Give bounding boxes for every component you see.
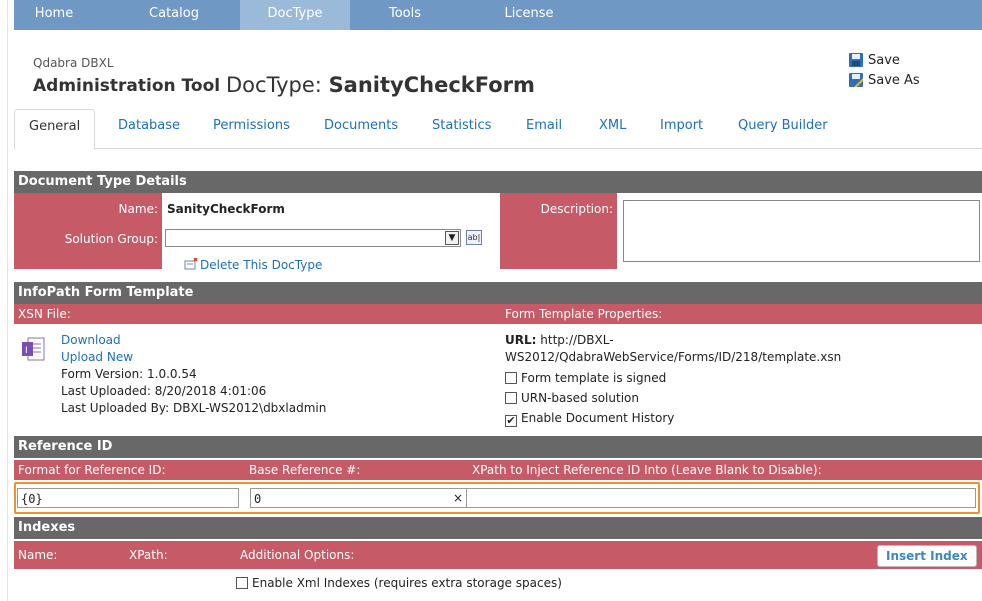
chevron-down-icon[interactable]: ▼ (445, 231, 459, 245)
infopath-file-icon: I (21, 335, 45, 363)
last-uploaded-by: Last Uploaded By: DBXL-WS2012\dbxladmin (61, 401, 327, 415)
base-reference-input[interactable]: 0 × (250, 488, 468, 508)
urn-checkbox[interactable] (505, 392, 517, 404)
upload-new-link[interactable]: Upload New (61, 350, 133, 364)
edit-field-icon[interactable]: ab| (466, 230, 482, 245)
form-signed-checkbox[interactable] (505, 372, 517, 384)
delete-doctype-link[interactable]: Delete This DocType (184, 257, 323, 272)
form-version: Form Version: 1.0.0.54 (61, 367, 197, 381)
history-checkbox[interactable]: ✔ (505, 415, 517, 427)
urn-row[interactable]: URN-based solution (505, 391, 639, 405)
download-link[interactable]: Download (61, 333, 121, 347)
form-signed-label: Form template is signed (521, 371, 667, 385)
history-row[interactable]: ✔ Enable Document History (505, 411, 674, 427)
section-document-type-details: Document Type Details (14, 171, 982, 193)
url-label: URL: (505, 333, 537, 347)
xml-indexes-label: Enable Xml Indexes (requires extra stora… (252, 576, 562, 590)
content: Document Type Details Name: Solution Gro… (14, 0, 982, 601)
xpath-inject-label: XPath to Inject Reference ID Into (Leave… (472, 463, 822, 477)
solution-group-label: Solution Group: (64, 232, 158, 246)
last-uploaded: Last Uploaded: 8/20/2018 4:01:06 (61, 384, 267, 398)
section-indexes: Indexes (14, 517, 982, 539)
base-reference-label: Base Reference #: (249, 463, 361, 477)
urn-label: URN-based solution (521, 391, 639, 405)
xml-indexes-row[interactable]: Enable Xml Indexes (requires extra stora… (236, 576, 562, 590)
base-reference-value: 0 (254, 492, 262, 506)
format-label: Format for Reference ID: (18, 463, 166, 477)
xsn-file-label: XSN File: (18, 307, 71, 321)
section-infopath-form-template: InfoPath Form Template (14, 282, 982, 304)
delete-icon (184, 257, 198, 270)
description-label: Description: (540, 202, 613, 216)
indexes-subheader: Name: XPath: Additional Options: (14, 541, 982, 569)
left-edge (0, 0, 8, 601)
svg-text:I: I (25, 346, 28, 356)
name-value: SanityCheckForm (167, 202, 285, 216)
form-template-properties-label: Form Template Properties: (505, 307, 663, 321)
url-value-2: WS2012/QdabraWebService/Forms/ID/218/tem… (505, 350, 842, 364)
solution-group-select[interactable]: ▼ (165, 229, 461, 247)
index-name-column: Name: (18, 548, 58, 562)
xml-indexes-checkbox[interactable] (236, 577, 248, 589)
reference-subheader: Format for Reference ID: Base Reference … (14, 460, 982, 480)
xpath-inject-input[interactable] (466, 488, 976, 508)
history-label: Enable Document History (521, 411, 675, 425)
reference-format-input[interactable]: {0} (17, 488, 239, 508)
delete-doctype-label: Delete This DocType (200, 258, 323, 272)
insert-index-button[interactable]: Insert Index (877, 545, 977, 567)
clear-icon[interactable]: × (453, 491, 463, 505)
url-line1: URL: http://DBXL- (505, 333, 614, 347)
form-signed-row[interactable]: Form template is signed (505, 371, 666, 385)
url-value-1: http://DBXL- (540, 333, 614, 347)
index-xpath-column: XPath: (129, 548, 168, 562)
section-reference-id: Reference ID (14, 436, 982, 458)
page: Home Catalog DocType Tools License Qdabr… (14, 0, 982, 590)
infopath-subheader: XSN File: Form Template Properties: (14, 304, 982, 324)
description-textarea[interactable] (623, 200, 980, 262)
name-label: Name: (118, 202, 158, 216)
index-options-column: Additional Options: (240, 548, 355, 562)
